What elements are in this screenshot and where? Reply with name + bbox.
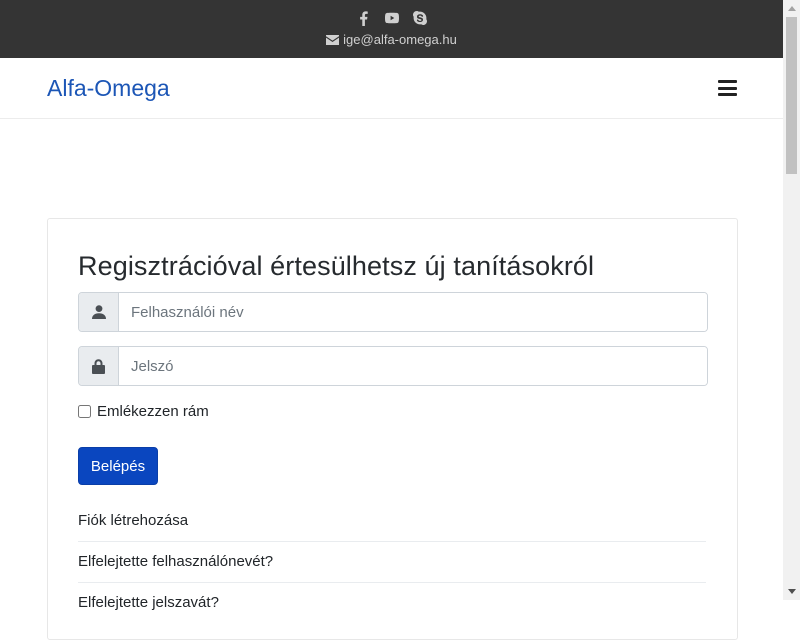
password-group <box>78 346 708 386</box>
username-group <box>78 292 708 332</box>
envelope-icon <box>326 34 340 45</box>
email-link[interactable]: ige@alfa-omega.hu <box>0 32 783 47</box>
hamburger-menu-icon[interactable] <box>718 80 737 96</box>
remember-me-checkbox[interactable] <box>78 405 91 418</box>
login-button[interactable]: Belépés <box>78 447 158 485</box>
remember-me-label: Emlékezzen rám <box>97 403 209 420</box>
top-bar: ige@alfa-omega.hu <box>0 0 783 58</box>
navbar: Alfa-Omega <box>0 58 783 119</box>
lock-icon <box>79 347 119 385</box>
scroll-down-arrow-icon[interactable] <box>783 583 800 600</box>
user-icon <box>79 293 119 331</box>
forgot-password-link[interactable]: Elfelejtette jelszavát? <box>78 583 706 623</box>
page-title: Regisztrációval értesülhetsz új tanításo… <box>78 251 595 281</box>
forgot-username-link[interactable]: Elfelejtette felhasználónevét? <box>78 542 706 583</box>
skype-icon[interactable] <box>412 10 427 26</box>
youtube-icon[interactable] <box>384 10 399 26</box>
email-address: ige@alfa-omega.hu <box>343 32 457 47</box>
scrollbar-thumb[interactable] <box>786 17 797 174</box>
scroll-up-arrow-icon[interactable] <box>783 0 800 17</box>
password-input[interactable] <box>119 347 707 385</box>
brand-logo[interactable]: Alfa-Omega <box>47 75 170 102</box>
username-input[interactable] <box>119 293 707 331</box>
page-scrollbar[interactable] <box>783 0 800 600</box>
social-links <box>0 10 783 28</box>
facebook-icon[interactable] <box>357 10 371 26</box>
remember-me[interactable]: Emlékezzen rám <box>78 403 209 420</box>
create-account-link[interactable]: Fiók létrehozása <box>78 501 706 542</box>
account-links: Fiók létrehozása Elfelejtette felhasznál… <box>78 501 706 623</box>
login-card: Regisztrációval értesülhetsz új tanításo… <box>47 218 738 640</box>
